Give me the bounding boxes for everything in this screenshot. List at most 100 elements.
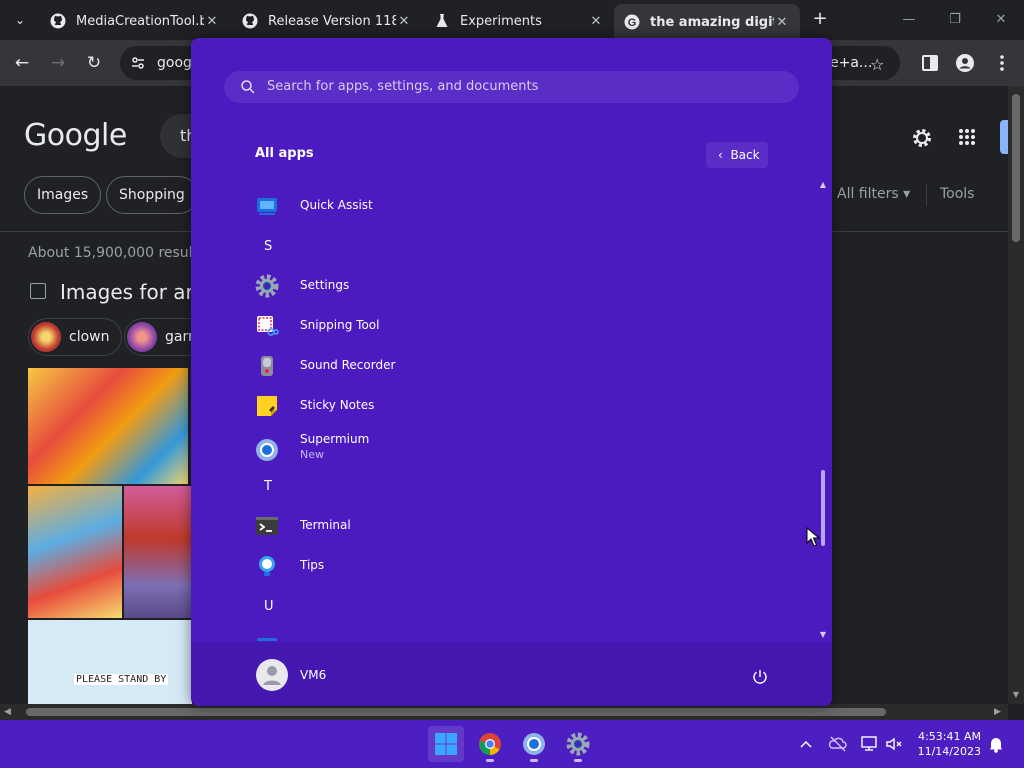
close-icon[interactable]: ✕ — [204, 14, 220, 29]
network-icon[interactable] — [860, 734, 880, 754]
image-result-4[interactable]: PLEASE STAND BY — [28, 620, 192, 704]
sign-in-button[interactable] — [1000, 120, 1008, 154]
taskbar-settings[interactable] — [560, 726, 596, 762]
app-sound-recorder[interactable]: Sound Recorder — [255, 350, 755, 382]
letter-header-u[interactable]: U — [264, 599, 274, 614]
forward-button[interactable]: → — [46, 51, 70, 75]
app-name: Sound Recorder — [300, 358, 396, 372]
google-logo[interactable]: Google — [24, 118, 127, 153]
image-caption: PLEASE STAND BY — [74, 674, 169, 685]
chevron-down-icon: ⌄ — [14, 13, 26, 27]
browser-tab-2[interactable]: Release Version 118.0. ✕ — [232, 6, 422, 36]
taskbar-supermium[interactable] — [516, 726, 552, 762]
avatar[interactable] — [256, 659, 288, 691]
tab-search-button[interactable]: ⌄ — [8, 8, 32, 32]
bookmark-star-icon[interactable]: ☆ — [870, 55, 884, 74]
restore-icon: ❐ — [949, 12, 961, 27]
app-partially-visible[interactable] — [255, 630, 755, 641]
image-result-3[interactable] — [124, 486, 192, 618]
user-name[interactable]: VM6 — [300, 668, 326, 682]
images-heading[interactable]: Images for an — [60, 280, 198, 304]
scrollbar-thumb[interactable] — [26, 708, 886, 716]
omnibox-text: googl — [157, 55, 196, 71]
image-result-2[interactable] — [28, 486, 122, 618]
svg-text:G: G — [628, 17, 637, 29]
scrollbar-thumb[interactable] — [1012, 94, 1020, 242]
app-settings[interactable]: Settings — [255, 270, 755, 302]
start-search-input[interactable]: Search for apps, settings, and documents — [224, 71, 799, 103]
close-icon[interactable]: ✕ — [774, 15, 790, 30]
side-panel-icon[interactable] — [920, 53, 940, 73]
close-icon[interactable]: ✕ — [588, 14, 604, 29]
app-name: Sticky Notes — [300, 398, 375, 412]
scroll-right-arrow[interactable]: ▶ — [994, 704, 1001, 720]
app-name: Terminal — [300, 518, 351, 532]
back-button[interactable]: ‹ Back — [706, 142, 768, 168]
notification-bell-icon[interactable] — [986, 734, 1006, 754]
image-chip-clown[interactable]: clown — [28, 318, 123, 356]
close-icon[interactable]: ✕ — [396, 14, 412, 29]
close-window-button[interactable]: ✕ — [989, 8, 1013, 32]
onedrive-off-icon[interactable] — [828, 734, 848, 754]
divider — [926, 184, 927, 206]
image-result-1[interactable] — [28, 368, 188, 484]
tools-button[interactable]: Tools — [940, 186, 975, 202]
tab-title: Experiments — [460, 13, 542, 29]
app-quick-assist[interactable]: Quick Assist — [255, 190, 755, 222]
system-clock[interactable]: 4:53:41 AM 11/14/2023 — [915, 729, 981, 759]
arrow-left-icon: ← — [14, 53, 30, 73]
app-badge-new: New — [300, 448, 324, 461]
terminal-icon — [256, 517, 278, 535]
browser-tab-4[interactable]: G the amazing digital ci ✕ — [614, 4, 800, 40]
minimize-button[interactable]: — — [897, 8, 921, 32]
all-filters-button[interactable]: All filters ▾ — [837, 186, 910, 202]
chevron-up-icon[interactable] — [796, 734, 816, 754]
filter-chip-images[interactable]: Images — [24, 176, 102, 214]
app-sticky-notes[interactable]: Sticky Notes — [255, 390, 755, 422]
clock-time: 4:53:41 AM — [918, 730, 981, 743]
filter-chip-shopping[interactable]: Shopping — [106, 176, 198, 214]
new-tab-button[interactable]: + — [808, 8, 832, 32]
start-button[interactable] — [428, 726, 464, 762]
search-placeholder: Search for apps, settings, and documents — [267, 79, 539, 94]
apps-grid-icon[interactable] — [958, 128, 976, 146]
letter-header-s[interactable]: S — [264, 239, 272, 254]
letter-header-t[interactable]: T — [264, 479, 272, 494]
page-horizontal-scrollbar[interactable]: ◀ ▶ — [0, 704, 1008, 720]
scroll-down-arrow[interactable]: ▼ — [1008, 690, 1024, 699]
all-filters-label: All filters — [837, 186, 899, 202]
chrome-icon — [479, 733, 501, 755]
app-name: Tips — [300, 558, 325, 572]
gear-icon[interactable] — [910, 126, 934, 150]
flask-icon — [434, 13, 450, 29]
back-button[interactable]: ← — [10, 51, 34, 75]
profile-icon[interactable] — [955, 53, 975, 73]
browser-tab-1[interactable]: MediaCreationTool.ba ✕ — [40, 6, 230, 36]
plus-icon: + — [812, 8, 828, 29]
volume-muted-icon[interactable] — [884, 734, 904, 754]
restore-button[interactable]: ❐ — [943, 8, 967, 32]
scrollbar-thumb[interactable] — [821, 470, 825, 546]
scroll-down-arrow[interactable]: ▼ — [818, 630, 828, 639]
power-icon[interactable] — [751, 668, 769, 686]
all-apps-list[interactable]: Quick Assist S Settings Snipping Tool So… — [191, 186, 816, 641]
mouse-cursor-icon — [806, 527, 820, 547]
snipping-tool-icon — [257, 316, 279, 336]
quick-assist-icon — [257, 198, 277, 215]
google-icon: G — [624, 14, 640, 30]
site-info-icon[interactable] — [130, 55, 146, 71]
app-snipping-tool[interactable]: Snipping Tool — [255, 310, 755, 342]
supermium-icon — [523, 733, 545, 755]
taskbar-chrome[interactable] — [472, 726, 508, 762]
scroll-up-arrow[interactable]: ▲ — [818, 180, 828, 189]
app-supermium[interactable]: Supermium New — [255, 430, 755, 470]
scroll-left-arrow[interactable]: ◀ — [4, 704, 11, 720]
app-terminal[interactable]: Terminal — [255, 510, 755, 542]
app-tips[interactable]: Tips — [255, 550, 755, 582]
all-apps-scrollbar[interactable]: ▲ ▼ — [818, 180, 828, 642]
page-vertical-scrollbar[interactable]: ▼ — [1008, 86, 1024, 704]
supermium-icon — [256, 439, 278, 461]
reload-button[interactable]: ↻ — [82, 51, 106, 75]
browser-tab-3[interactable]: Experiments ✕ — [424, 6, 614, 36]
menu-kebab-icon[interactable] — [992, 53, 1012, 73]
